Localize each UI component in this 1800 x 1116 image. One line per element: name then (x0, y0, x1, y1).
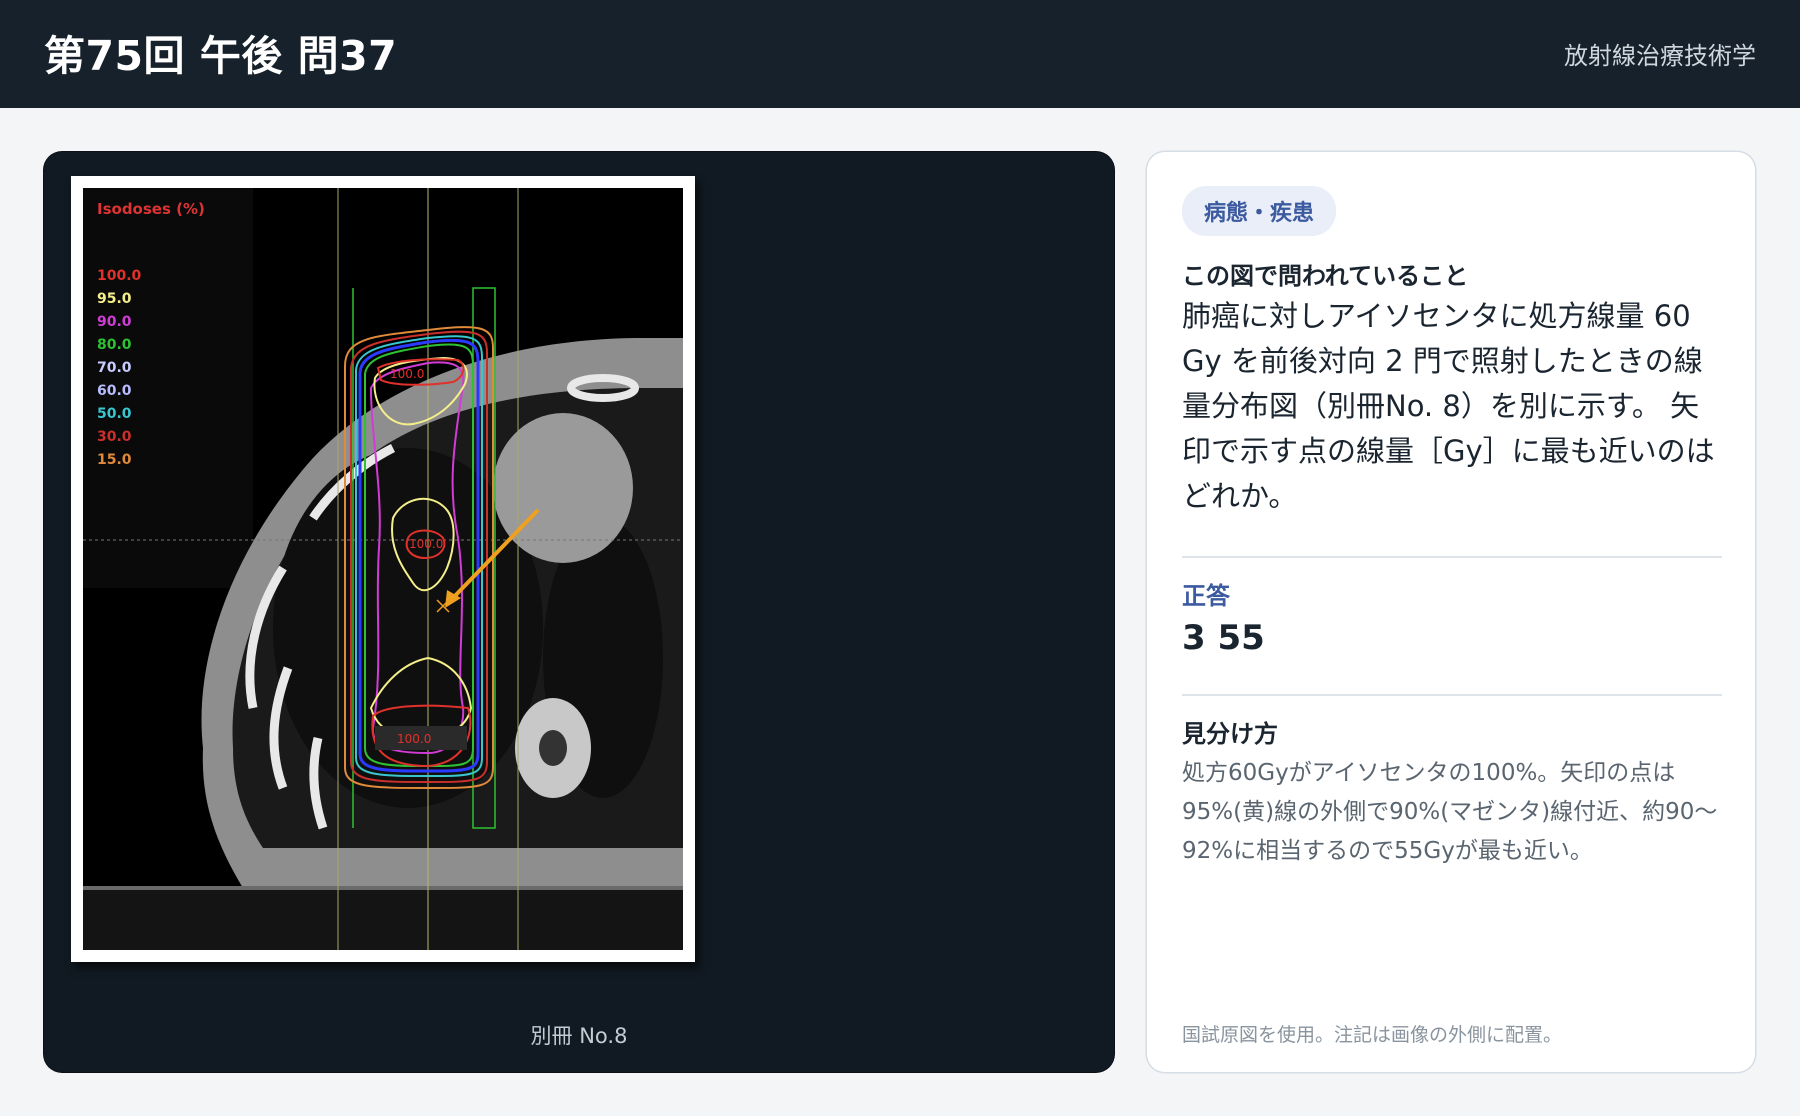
question-text: 肺癌に対しアイソセンタに処方線量 60 Gy を前後対向 2 門で照射したときの… (1182, 299, 1715, 513)
dose-distribution-figure: 100.0 100.0 100.0 Isodoses (%) 100.0 95.0… (71, 176, 695, 962)
region-label-bottom: 100.0 (397, 732, 431, 746)
legend-title: Isodoses (%) (97, 200, 205, 218)
region-label-top: 100.0 (390, 367, 424, 381)
divider (1182, 556, 1722, 558)
legend-item: 70.0 (97, 360, 132, 376)
header-bar: 第75回 午後 問37 放射線治療技術学 (0, 0, 1800, 108)
legend-item: 95.0 (97, 291, 132, 307)
figure-caption: 別冊 No.8 (530, 1024, 628, 1048)
legend-item: 15.0 (97, 452, 132, 468)
tips-text: 処方60Gyがアイソセンタの100%。矢印の点は95%(黄)線の外側で90%(マ… (1182, 760, 1718, 864)
legend-item: 90.0 (97, 314, 132, 330)
source-note: 国試原図を使用。注記は画像の外側に配置。 (1182, 1024, 1563, 1046)
legend-item: 80.0 (97, 337, 132, 353)
legend-item: 30.0 (97, 429, 132, 445)
legend-item: 50.0 (97, 406, 132, 422)
subject-label: 放射線治療技術学 (1564, 42, 1756, 70)
question-label: この図で問われていること (1182, 262, 1469, 290)
question-info-card: 病態・疾患 この図で問われていること 肺癌に対しアイソセンタに処方線量 60 G… (1147, 152, 1755, 1072)
category-tag: 病態・疾患 (1182, 186, 1337, 236)
region-label-center: 100.0 (409, 537, 443, 551)
legend-item: 60.0 (97, 383, 132, 399)
page-title: 第75回 午後 問37 (44, 32, 398, 80)
figure-panel: 100.0 100.0 100.0 Isodoses (%) 100.0 95.0… (44, 152, 1114, 1072)
legend-item: 100.0 (97, 268, 142, 284)
divider (1182, 694, 1722, 696)
ct-isodose-image: 100.0 100.0 100.0 Isodoses (%) 100.0 95.0… (83, 188, 683, 950)
answer-value: 3 55 (1182, 618, 1265, 658)
answer-label: 正答 (1182, 582, 1230, 610)
tips-label: 見分け方 (1182, 720, 1278, 748)
